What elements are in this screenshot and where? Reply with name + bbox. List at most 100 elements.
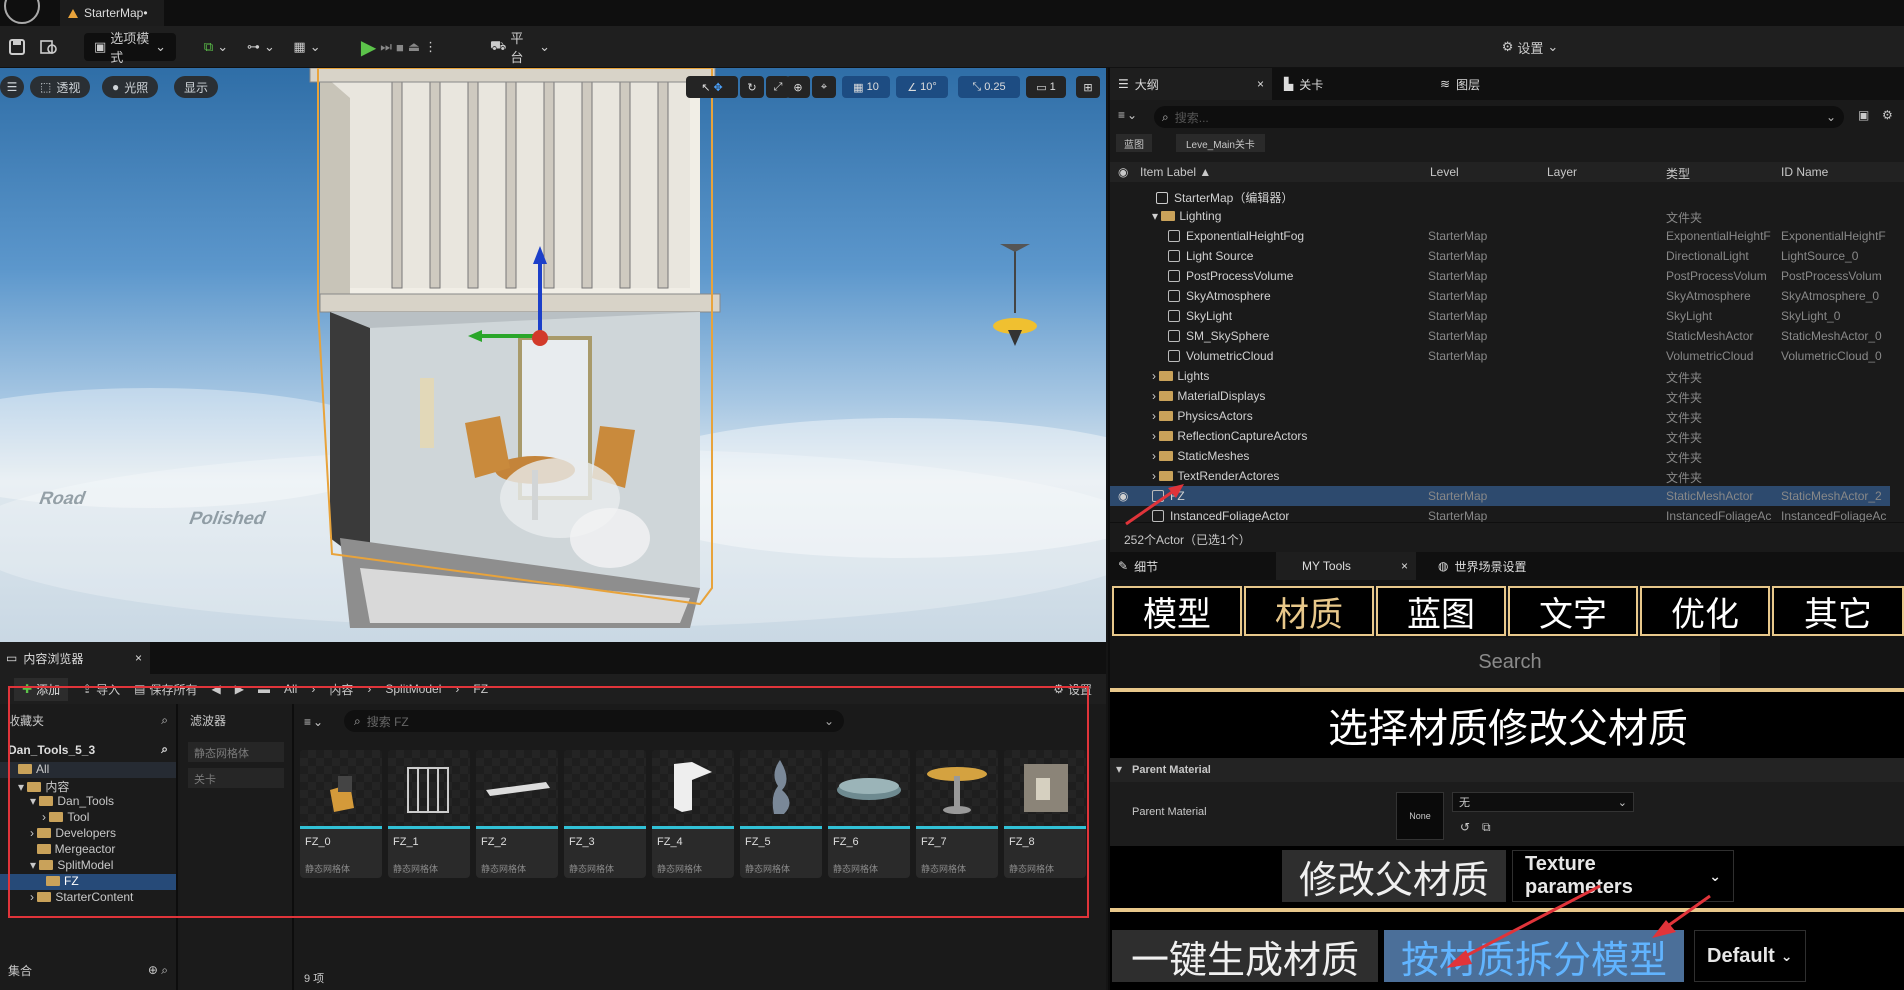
folder-icon: ▭ bbox=[6, 651, 18, 665]
col-id-name[interactable]: ID Name bbox=[1781, 165, 1828, 179]
lighting-label: 光照 bbox=[124, 80, 149, 95]
col-layer[interactable]: Layer bbox=[1547, 165, 1577, 179]
add-actor-button[interactable]: ⧉ ⌄ bbox=[198, 33, 234, 61]
expand-chevron-icon[interactable]: › bbox=[1152, 409, 1159, 423]
row-label: SM_SkySphere bbox=[1168, 329, 1269, 343]
outliner-actor-row[interactable]: FZ StarterMap StaticMeshActor StaticMeshAct… bbox=[1110, 486, 1890, 506]
add-folder-icon[interactable]: ▣ bbox=[1858, 108, 1869, 122]
close-icon[interactable]: × bbox=[1257, 77, 1264, 91]
outliner-actor-row[interactable]: PostProcessVolume StarterMap PostProcessVo… bbox=[1110, 266, 1890, 286]
world-icon[interactable]: ⊕ bbox=[786, 76, 810, 98]
outliner-actor-row[interactable]: ExponentialHeightFog StarterMap Exponentia… bbox=[1110, 226, 1890, 246]
lighting-button[interactable]: ● 光照 bbox=[102, 76, 159, 98]
mode-select-dropdown[interactable]: ▣ 选项模式 ⌄ bbox=[84, 31, 176, 65]
content-browser-tabbar: ▭ 内容浏览器 × bbox=[0, 642, 1106, 674]
outliner-folder-row[interactable]: › StaticMeshes 文件夹 bbox=[1110, 446, 1890, 466]
expand-chevron-icon[interactable]: › bbox=[1152, 449, 1159, 463]
platform-label: 平台 bbox=[510, 31, 524, 65]
row-label: ExponentialHeightFog bbox=[1168, 229, 1304, 243]
settings-button[interactable]: ⚙ 设置 ⌄ bbox=[1500, 33, 1560, 61]
outliner-folder-row[interactable]: › Lights 文件夹 bbox=[1110, 366, 1890, 386]
step-icon[interactable]: ⏭ bbox=[380, 39, 392, 55]
expand-chevron-icon[interactable]: ▾ bbox=[1152, 209, 1161, 223]
surface-snap-icon[interactable]: ⌖ bbox=[812, 76, 836, 98]
level-icon bbox=[68, 8, 78, 18]
blueprint-button[interactable]: ⊶ ⌄ bbox=[244, 33, 278, 61]
grid-snap-button[interactable]: ▦ 10 bbox=[842, 76, 890, 98]
chip-blueprint[interactable]: 蓝图 bbox=[1116, 134, 1152, 152]
browse-icon[interactable] bbox=[38, 33, 60, 61]
tab-outliner[interactable]: ☰ 大纲 × bbox=[1110, 68, 1272, 100]
play-icon[interactable]: ▶ bbox=[361, 35, 376, 60]
transform-tools[interactable]: ↖ ✥ bbox=[686, 76, 738, 98]
folder-icon bbox=[1159, 411, 1174, 421]
settings-label: 设置 bbox=[1517, 40, 1544, 56]
outliner-actor-row[interactable]: Light Source StarterMap DirectionalLight Li… bbox=[1110, 246, 1890, 266]
tab-startermap[interactable]: StarterMap• bbox=[60, 0, 164, 26]
platform-dropdown[interactable]: ⛟ 平台 ⌄ bbox=[490, 31, 550, 65]
tree-root[interactable]: StarterMap（编辑器） bbox=[1110, 186, 1890, 206]
perspective-label: 透视 bbox=[56, 80, 81, 95]
rotate-icon[interactable]: ↻ bbox=[740, 76, 764, 98]
show-label: 显示 bbox=[184, 80, 209, 95]
outliner-search-input[interactable]: ⌕ 搜索... ⌄ bbox=[1154, 106, 1844, 128]
layers-tab-label: 图层 bbox=[1456, 77, 1481, 92]
unreal-logo-icon[interactable] bbox=[4, 0, 40, 24]
outliner-folder-row[interactable]: › TextRenderActores 文件夹 bbox=[1110, 466, 1890, 486]
row-label: ▾ Lighting bbox=[1152, 209, 1222, 223]
close-icon[interactable]: × bbox=[135, 651, 142, 665]
level-viewport[interactable]: Road Polished ☰ ⬚ 透视 ● 光照 显示 ↖ ✥ ↻ ⤢ ⊕ ⌖ ▦ 1… bbox=[0, 68, 1106, 642]
cinematics-button[interactable]: ▦ ⌄ bbox=[290, 33, 324, 61]
stop-icon[interactable]: ■ bbox=[396, 40, 404, 55]
add-collection-icon[interactable]: ⊕ ⌕ bbox=[148, 963, 168, 978]
outliner-status-bar: 252个Actor（已选1个） bbox=[1110, 522, 1904, 552]
gear-icon: ⚙ bbox=[1501, 39, 1514, 54]
viewport-menu-icon[interactable]: ☰ bbox=[0, 76, 24, 98]
actor-icon bbox=[1168, 270, 1180, 282]
row-level: StarterMap bbox=[1428, 509, 1488, 523]
actor-icon bbox=[1168, 310, 1180, 322]
expand-chevron-icon[interactable]: › bbox=[1152, 429, 1159, 443]
mode-label: 选项模式 bbox=[110, 31, 150, 65]
scale-snap-button[interactable]: ⤡ 0.25 bbox=[958, 76, 1020, 98]
actor-icon bbox=[1168, 290, 1180, 302]
cube-icon: ⬚ bbox=[40, 80, 52, 94]
folder-icon bbox=[1159, 431, 1174, 441]
perspective-button[interactable]: ⬚ 透视 bbox=[30, 76, 91, 98]
save-icon[interactable] bbox=[6, 33, 28, 61]
more-icon[interactable]: ⋮ bbox=[424, 39, 437, 55]
camera-speed-button[interactable]: ▭ 1 bbox=[1026, 76, 1066, 98]
grid-snap-value: 10 bbox=[866, 81, 879, 93]
outliner-actor-row[interactable]: VolumetricCloud StarterMap VolumetricCloud… bbox=[1110, 346, 1890, 366]
row-type: DirectionalLight bbox=[1666, 249, 1749, 263]
outliner-folder-row[interactable]: › PhysicsActors 文件夹 bbox=[1110, 406, 1890, 426]
rotation-snap-button[interactable]: ∠ 10° bbox=[896, 76, 948, 98]
col-item-label[interactable]: Item Label ▲ bbox=[1140, 165, 1211, 179]
row-type: StaticMeshActor bbox=[1666, 329, 1754, 343]
layers-icon: ≋ bbox=[1440, 77, 1451, 91]
tab-content-browser[interactable]: ▭ 内容浏览器 × bbox=[0, 642, 150, 674]
gear-icon[interactable]: ⚙ bbox=[1882, 108, 1893, 122]
outliner-folder-row[interactable]: › MaterialDisplays 文件夹 bbox=[1110, 386, 1890, 406]
outliner-filter-dropdown[interactable]: ≡ ⌄ bbox=[1118, 108, 1148, 122]
expand-chevron-icon[interactable]: › bbox=[1152, 369, 1159, 383]
tab-levels[interactable]: ▙ 关卡 bbox=[1276, 68, 1426, 100]
collections-header[interactable]: 集合 ⊕ ⌕ bbox=[8, 962, 168, 979]
outliner-folder-row[interactable]: › ReflectionCaptureActors 文件夹 bbox=[1110, 426, 1890, 446]
tab-layers[interactable]: ≋ 图层 bbox=[1432, 68, 1582, 100]
col-level[interactable]: Level bbox=[1430, 165, 1459, 179]
outliner-folder-row[interactable]: ▾ Lighting 文件夹 bbox=[1110, 206, 1890, 226]
outliner-actor-row[interactable]: SkyLight StarterMap SkyLight SkyLight_0 bbox=[1110, 306, 1890, 326]
outliner-actor-row[interactable]: SM_SkySphere StarterMap StaticMeshActor Sta… bbox=[1110, 326, 1890, 346]
actor-icon bbox=[1168, 230, 1180, 242]
details-panel: ✎ 细节 MY Tools × ◍ 世界场景设置 模型 材质 蓝图 文字 优化 其它 … bbox=[1108, 552, 1904, 990]
row-type: VolumetricCloud bbox=[1666, 349, 1754, 363]
visibility-eye-icon: ◉ bbox=[1118, 165, 1129, 179]
col-type[interactable]: 类型 bbox=[1666, 165, 1690, 182]
outliner-actor-row[interactable]: SkyAtmosphere StarterMap SkyAtmosphere SkyA… bbox=[1110, 286, 1890, 306]
chip-level[interactable]: Leve_Main关卡 bbox=[1176, 134, 1265, 152]
show-button[interactable]: 显示 bbox=[174, 76, 219, 98]
expand-chevron-icon[interactable]: › bbox=[1152, 389, 1159, 403]
maximize-icon[interactable]: ⊞ bbox=[1076, 76, 1100, 98]
eject-icon[interactable]: ⏏ bbox=[408, 39, 420, 55]
